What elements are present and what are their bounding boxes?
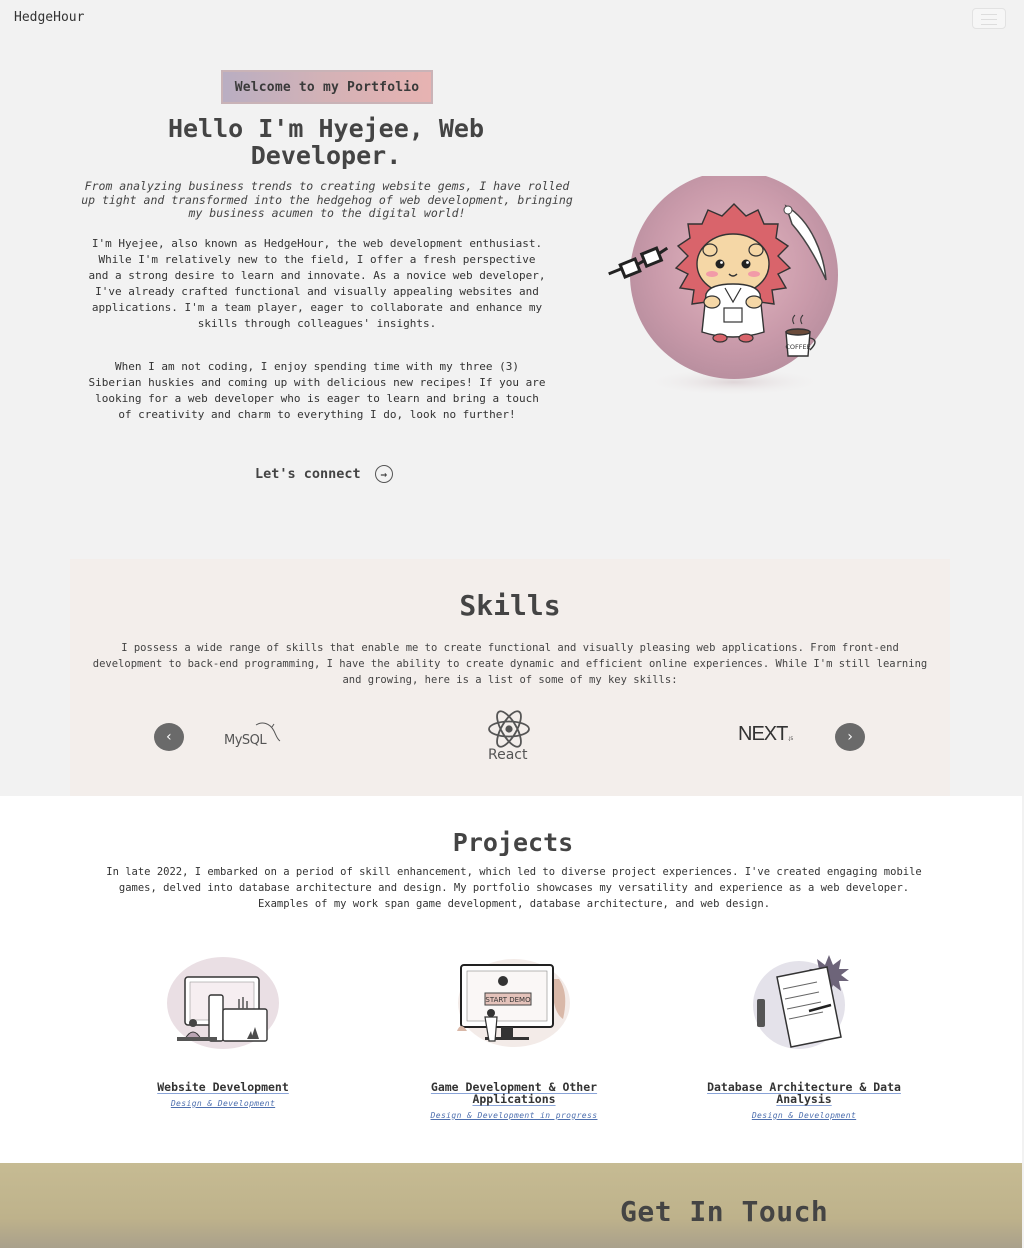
project-title-link[interactable]: Game Development & Other Applications — [414, 1081, 614, 1105]
projects-title: Projects — [452, 828, 574, 857]
nextjs-logo: NEXT .JS — [738, 723, 798, 749]
hero-paragraph-hobbies: When I am not coding, I enjoy spending t… — [88, 360, 546, 421]
project-card[interactable]: START DEMO Game Development & Other Appl… — [414, 951, 614, 1120]
coffee-label: COFFEE — [785, 343, 810, 351]
skills-section: Skills I possess a wide range of skills … — [70, 559, 950, 796]
hamburger-line-icon — [981, 14, 997, 15]
nextjs-logo-suffix: .JS — [788, 736, 793, 741]
game-development-illustration: START DEMO — [457, 959, 570, 1047]
chevron-right-icon: › — [845, 729, 855, 745]
projects-section: Projects In late 2022, I embarked on a p… — [0, 796, 1022, 1163]
skills-title: Skills — [459, 589, 561, 622]
website-development-illustration — [167, 957, 279, 1049]
react-logo-text: React — [488, 747, 528, 763]
contact-title: Get In Touch — [620, 1195, 829, 1228]
welcome-badge: Welcome to my Portfolio — [221, 70, 433, 104]
lets-connect-label: Let's connect — [255, 466, 361, 482]
brand-logo[interactable]: HedgeHour — [14, 10, 84, 25]
hamburger-line-icon — [981, 19, 997, 20]
mysql-logo: MySQL — [222, 719, 284, 753]
arrow-right-circle-icon: → — [374, 465, 393, 483]
start-demo-text: START DEMO — [485, 996, 531, 1004]
hero-subtitle: From analyzing business trends to creati… — [81, 179, 573, 220]
hedgehog-illustration: COFFEE — [608, 176, 838, 396]
project-title-link[interactable]: Website Development — [123, 1081, 323, 1093]
project-title-link[interactable]: Database Architecture & Data Analysis — [690, 1081, 918, 1105]
database-architecture-illustration — [753, 955, 849, 1049]
hero-paragraph-intro: I'm Hyejee, also known as HedgeHour, the… — [88, 237, 546, 330]
project-tag: Design & Development in progress — [430, 1111, 598, 1120]
carousel-next-button[interactable]: › — [835, 723, 865, 751]
skills-description: I possess a wide range of skills that en… — [92, 642, 928, 686]
react-atom-icon — [488, 710, 530, 748]
nextjs-logo-text: NEXT — [738, 723, 788, 745]
navbar-toggler-button[interactable] — [972, 8, 1006, 29]
chevron-left-icon: ‹ — [164, 729, 174, 745]
carousel-prev-button[interactable]: ‹ — [154, 723, 184, 751]
react-logo: React — [484, 709, 534, 765]
hamburger-line-icon — [981, 24, 997, 25]
contact-section: Get In Touch — [0, 1163, 1022, 1248]
project-card[interactable]: Website Development Design & Development — [123, 951, 323, 1108]
hero-title: Hello I'm Hyejee, Web Developer. — [167, 114, 485, 170]
project-card[interactable]: Database Architecture & Data Analysis De… — [690, 951, 918, 1120]
project-tag: Design & Development — [170, 1099, 276, 1108]
mysql-logo-text: MySQL — [224, 733, 267, 748]
navbar: HedgeHour — [0, 0, 1024, 38]
projects-description: In late 2022, I embarked on a period of … — [106, 866, 922, 910]
project-tag: Design & Development — [751, 1111, 857, 1120]
lets-connect-button[interactable]: Let's connect → — [255, 465, 393, 483]
